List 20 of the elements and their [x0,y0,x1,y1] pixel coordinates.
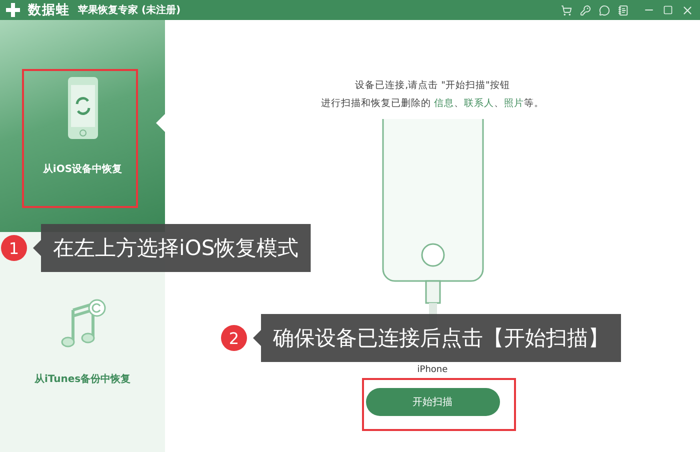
app-logo: 数据蛙 [28,2,70,19]
plus-logo-icon [6,3,20,17]
chat-icon[interactable] [599,4,610,16]
sidebar-item[interactable]: 从iOS设备中恢复 [0,20,165,232]
maximize-icon[interactable] [663,5,673,15]
close-icon[interactable] [681,4,694,16]
instruction-text: 设备已连接,请点击 "开始扫描"按钮 [355,79,510,93]
phone-refresh-icon [66,76,98,140]
callout-tooltip: 确保设备已连接后点击【开始扫描】 [253,314,621,362]
device-name: iPhone [417,365,448,376]
music-note-icon [58,298,106,350]
instruction-text: 进行扫描和恢复已删除的 信息、联系人、照片等。 [320,97,544,111]
notes-icon[interactable] [618,4,629,16]
window-title: 苹果恢复专家 (未注册) [78,3,182,17]
step-number: 2 [221,325,247,351]
start-scan-button[interactable]: 开始扫描 [366,388,500,416]
cart-icon[interactable] [561,4,572,16]
callout-tooltip: 在左上方选择iOS恢复模式 [33,224,311,272]
selection-pointer [156,114,165,132]
key-icon[interactable] [580,4,591,16]
